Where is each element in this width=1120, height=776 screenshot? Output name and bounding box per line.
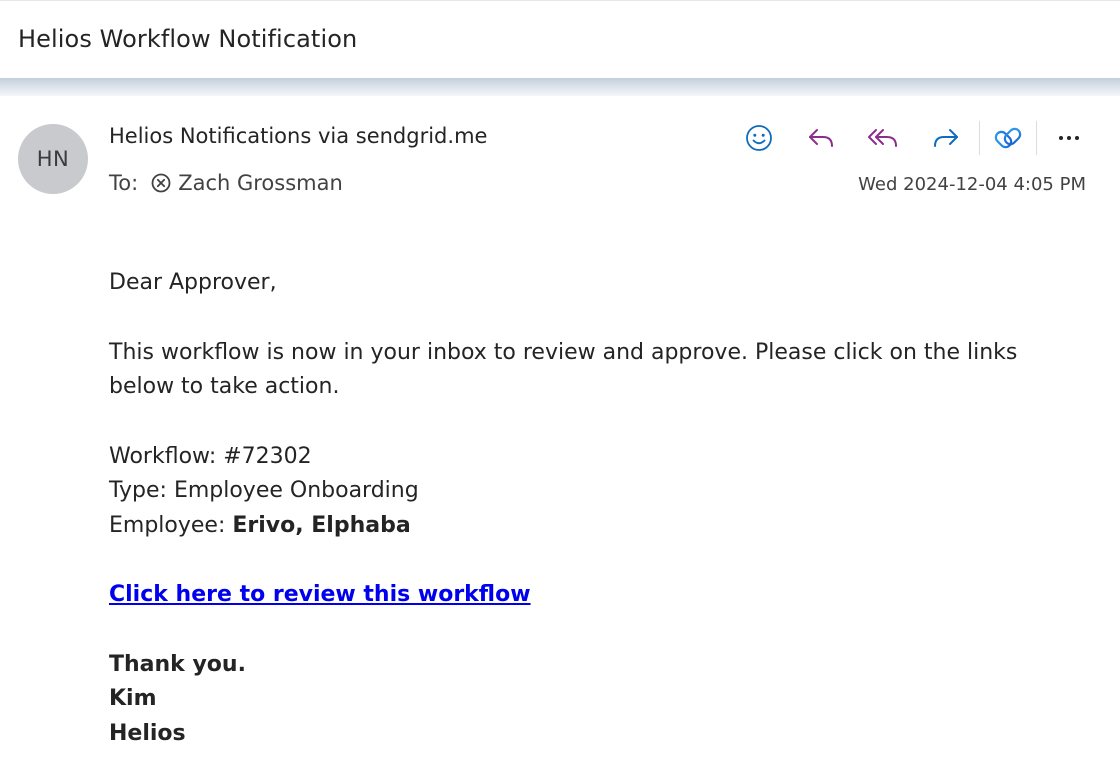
review-workflow-link[interactable]: Click here to review this workflow (109, 582, 531, 607)
toolbar-separator (1036, 121, 1037, 155)
intro-paragraph: This workflow is now in your inbox to re… (109, 339, 1018, 400)
type-value: Employee Onboarding (173, 478, 419, 503)
employee-name: Erivo, Elphaba (232, 512, 411, 538)
workflow-number: #72302 (223, 443, 312, 469)
toolbar-separator (979, 121, 980, 155)
reply-all-icon[interactable] (862, 118, 904, 158)
recipients-line: To: Zach Grossman (109, 171, 343, 195)
email-subject: Helios Workflow Notification (18, 25, 358, 53)
sender-name[interactable]: Helios Notifications via sendgrid.me (109, 124, 487, 148)
message-toolbar (738, 118, 1094, 158)
type-label: Type: (109, 478, 174, 503)
workflow-line: Workflow: #72302 (109, 440, 1089, 475)
reply-icon[interactable] (800, 118, 842, 158)
closing: Thank you. (109, 651, 246, 677)
signature-name: Kim (109, 686, 157, 711)
to-label: To: (109, 171, 139, 195)
message-body: Dear Approver, This workflow is now in y… (109, 266, 1089, 751)
type-line: Type: Employee Onboarding (109, 474, 1089, 509)
forward-icon[interactable] (925, 118, 967, 158)
subject-bar: Helios Workflow Notification (0, 0, 1120, 78)
emoji-icon[interactable] (738, 118, 780, 158)
employee-line: Employee: Erivo, Elphaba (109, 509, 1089, 544)
subject-divider (0, 78, 1120, 96)
greeting: Dear Approver, (109, 270, 277, 295)
sent-date: Wed 2024-12-04 4:05 PM (858, 174, 1086, 195)
recipient-status-icon (150, 172, 172, 194)
workflow-label: Workflow: (109, 443, 224, 469)
sender-avatar[interactable]: HN (18, 124, 88, 194)
employee-label: Employee: (109, 512, 233, 538)
more-icon[interactable] (1048, 118, 1090, 158)
recipient-name[interactable]: Zach Grossman (178, 171, 343, 195)
signature-org: Helios (109, 720, 186, 746)
copilot-icon[interactable] (987, 118, 1029, 158)
